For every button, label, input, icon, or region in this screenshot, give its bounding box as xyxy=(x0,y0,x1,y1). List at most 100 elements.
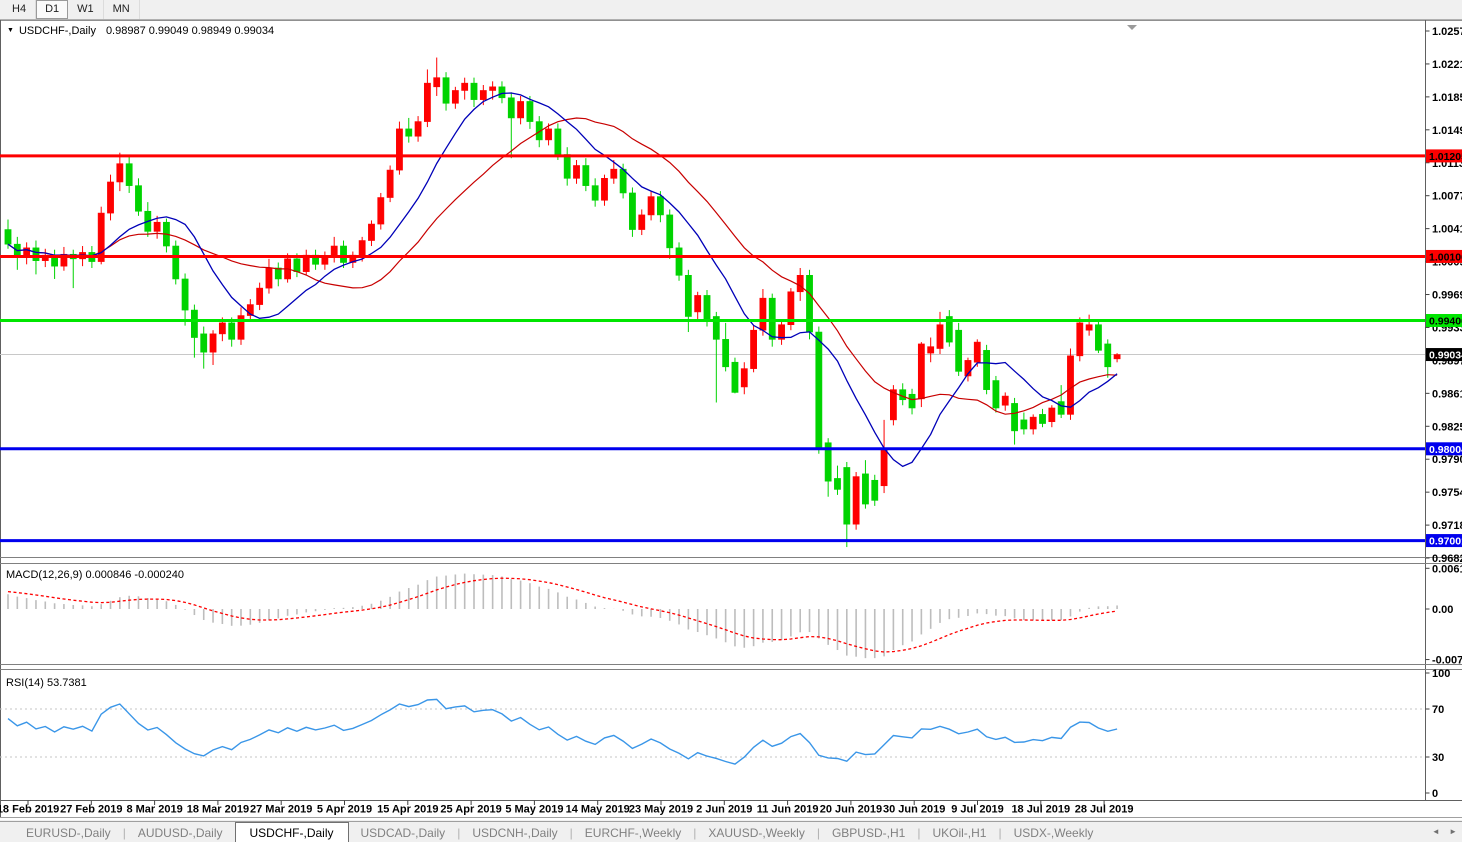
tab-usdx-weekly[interactable]: USDX-,Weekly xyxy=(1002,822,1106,842)
candle-up xyxy=(1077,323,1083,356)
timeframe-button-w1[interactable]: W1 xyxy=(68,0,104,19)
svg-text:0.98610: 0.98610 xyxy=(1432,388,1462,400)
svg-text:0.00613: 0.00613 xyxy=(1432,563,1462,575)
tab-scroll-left-arrow[interactable]: ◄ xyxy=(1432,827,1440,836)
svg-text:27 Mar 2019: 27 Mar 2019 xyxy=(250,804,312,816)
candle-down xyxy=(173,246,179,279)
svg-text:27 Feb 2019: 27 Feb 2019 xyxy=(60,804,122,816)
svg-text:18 Jul 2019: 18 Jul 2019 xyxy=(1011,804,1070,816)
candle-up xyxy=(611,169,617,178)
candle-down xyxy=(956,330,962,371)
tab-eurusd-daily[interactable]: EURUSD-,Daily xyxy=(14,822,123,842)
chart-frame xyxy=(0,20,1462,820)
candle-down xyxy=(471,83,477,99)
svg-text:0.98004: 0.98004 xyxy=(1429,444,1462,456)
timeframe-button-mn[interactable]: MN xyxy=(104,0,140,19)
svg-text:5 Apr 2019: 5 Apr 2019 xyxy=(317,804,372,816)
candle-down xyxy=(667,215,673,248)
timeframe-button-d1[interactable]: D1 xyxy=(36,0,68,19)
candle-up xyxy=(368,224,374,240)
svg-text:18 Feb 2019: 18 Feb 2019 xyxy=(0,804,59,816)
timeframe-toolbar: H4D1W1MN xyxy=(0,0,1462,20)
svg-text:0.99406: 0.99406 xyxy=(1429,316,1462,328)
candle-up xyxy=(928,347,934,353)
tab-eurchf-weekly[interactable]: EURCHF-,Weekly xyxy=(573,822,693,842)
candle-up xyxy=(573,166,579,179)
svg-text:1.01205: 1.01205 xyxy=(1429,151,1462,163)
candle-down xyxy=(406,129,412,136)
candle-up xyxy=(974,342,980,362)
tab-usdchf-daily[interactable]: USDCHF-,Daily xyxy=(235,822,349,842)
candle-up xyxy=(937,325,943,349)
svg-text:8 Mar 2019: 8 Mar 2019 xyxy=(126,804,182,816)
candle-up xyxy=(890,390,896,420)
tab-usdcad-daily[interactable]: USDCAD-,Daily xyxy=(349,822,458,842)
candle-down xyxy=(984,350,990,389)
candle-down xyxy=(499,87,505,98)
candle-up xyxy=(741,369,747,387)
tab-usdcnh-daily[interactable]: USDCNH-,Daily xyxy=(460,822,569,842)
candle-down xyxy=(723,339,729,366)
candle-up xyxy=(639,215,645,230)
tab-xauusd-weekly[interactable]: XAUUSD-,Weekly xyxy=(696,822,816,842)
svg-text:1.02210: 1.02210 xyxy=(1432,59,1462,71)
candle-up xyxy=(219,323,225,334)
candle-up xyxy=(266,268,272,288)
candle-down xyxy=(629,193,635,230)
candle-up xyxy=(107,182,113,213)
candle-down xyxy=(182,279,188,310)
chart-svg[interactable]: 1.025701.022101.018501.014901.011301.007… xyxy=(0,20,1462,820)
tab-gbpusd-h1[interactable]: GBPUSD-,H1 xyxy=(820,822,917,842)
candle-down xyxy=(564,155,570,179)
chart-canvas[interactable]: 1.025701.022101.018501.014901.011301.007… xyxy=(0,20,1462,820)
candle-up xyxy=(545,129,551,140)
candle-up xyxy=(751,330,757,368)
candle-down xyxy=(1095,325,1101,351)
candle-up xyxy=(601,178,607,200)
candle-up xyxy=(797,275,803,291)
svg-text:0.97001: 0.97001 xyxy=(1429,536,1462,548)
candle-up xyxy=(322,257,328,264)
candle-up xyxy=(480,90,486,99)
candle-down xyxy=(806,275,812,332)
svg-text:0.99034: 0.99034 xyxy=(1429,350,1462,362)
candle-down xyxy=(676,248,682,275)
svg-text:1.00106: 1.00106 xyxy=(1429,251,1462,263)
candle-down xyxy=(872,480,878,500)
svg-text:23 May 2019: 23 May 2019 xyxy=(629,804,693,816)
candle-up xyxy=(210,334,216,352)
candle-down xyxy=(33,248,39,261)
candle-down xyxy=(657,197,663,215)
candle-down xyxy=(583,166,589,186)
svg-text:30: 30 xyxy=(1432,752,1444,764)
candle-up xyxy=(518,101,524,117)
candle-down xyxy=(340,246,346,262)
candle-up xyxy=(1049,408,1055,422)
candle-down xyxy=(732,362,738,392)
tab-scroll-right-arrow[interactable]: ► xyxy=(1449,827,1457,836)
chart-tab-bar: EURUSD-,Daily|AUDUSD-,DailyUSDCHF-,Daily… xyxy=(0,821,1462,842)
tab-audusd-daily[interactable]: AUDUSD-,Daily xyxy=(126,822,235,842)
candle-up xyxy=(452,90,458,103)
candle-up xyxy=(396,129,402,170)
candle-up xyxy=(359,241,365,256)
candle-up xyxy=(378,198,384,225)
candle-up xyxy=(760,298,766,330)
candle-up xyxy=(853,477,859,525)
candle-down xyxy=(527,101,533,121)
svg-text:1.01850: 1.01850 xyxy=(1432,92,1462,104)
candle-up xyxy=(117,164,123,182)
candle-down xyxy=(191,310,197,337)
svg-text:0.97900: 0.97900 xyxy=(1432,454,1462,466)
svg-text:5 May 2019: 5 May 2019 xyxy=(505,804,563,816)
svg-text:1.00770: 1.00770 xyxy=(1432,191,1462,203)
svg-text:18 Mar 2019: 18 Mar 2019 xyxy=(187,804,249,816)
timeframe-button-h4[interactable]: H4 xyxy=(3,0,36,19)
candle-down xyxy=(862,474,868,504)
candle-down xyxy=(275,268,281,279)
candle-down xyxy=(816,332,822,449)
tab-ukoil-h1[interactable]: UKOil-,H1 xyxy=(920,822,998,842)
candle-up xyxy=(918,344,924,399)
candle-up xyxy=(1002,396,1008,405)
time-axis: 18 Feb 201927 Feb 2019 8 Mar 2019 18 Mar 2… xyxy=(0,801,1133,816)
